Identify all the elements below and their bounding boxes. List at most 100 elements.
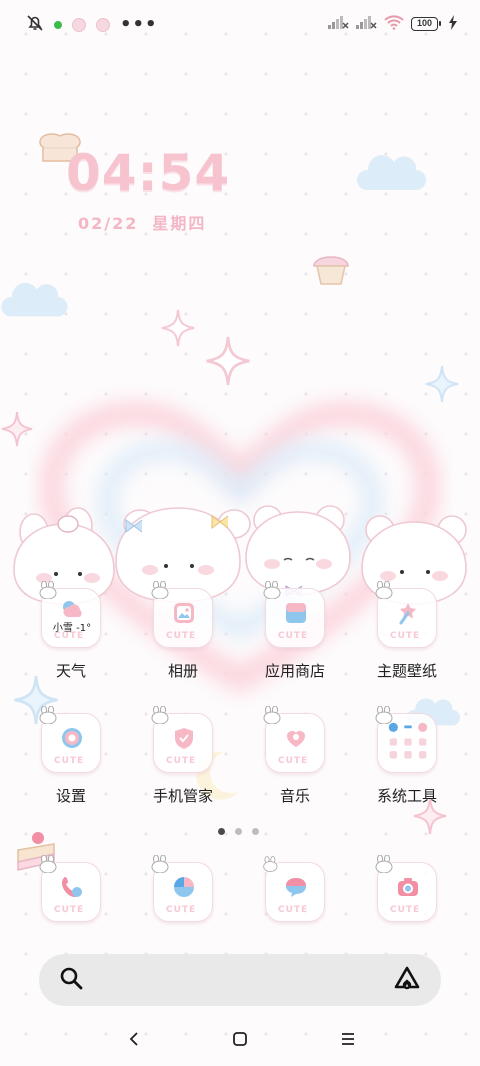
sparkle-icon (161, 309, 195, 347)
notification-dot-icon (54, 21, 62, 29)
app-label: 天气 (55, 662, 86, 680)
camera-app-tile[interactable]: CUTE (375, 855, 437, 922)
bunny-badge-icon (151, 855, 169, 873)
app-label: 设置 (55, 787, 86, 805)
bunny-badge-icon (39, 855, 57, 873)
system-tools-folder-icon (388, 722, 428, 759)
music-icon (287, 731, 305, 747)
app-label: 相册 (167, 662, 198, 680)
dock-browser[interactable]: CUTE (128, 855, 238, 962)
system-tools-folder-tile[interactable] (375, 706, 437, 773)
bunny-badge-icon (151, 581, 169, 599)
weekday-text: 星期四 (152, 214, 207, 233)
settings-icon (62, 728, 82, 748)
bunny-badge-icon (39, 706, 57, 724)
bunny-badge-icon (263, 706, 281, 724)
app-label: 手机管家 (152, 787, 213, 805)
app-label: 系统工具 (376, 787, 437, 805)
cloud-icon (356, 155, 426, 190)
app-store[interactable]: CUTE 应用商店 (240, 581, 350, 688)
signal-no-service-icon (327, 14, 349, 34)
dock-phone[interactable]: CUTE (16, 855, 126, 962)
app-themes[interactable]: CUTE 主题壁纸 (352, 581, 462, 688)
charging-icon (448, 14, 458, 34)
app-music[interactable]: CUTE 音乐 (240, 706, 350, 813)
messages-app-tile[interactable]: CUTE (263, 856, 325, 922)
cute-badge: CUTE (278, 631, 309, 641)
bunny-badge-icon (375, 855, 393, 873)
app-label: 音乐 (279, 787, 310, 805)
camera-icon (398, 878, 418, 896)
cute-badge: CUTE (390, 905, 421, 915)
home-button[interactable] (225, 1024, 255, 1054)
security-shield-icon (175, 728, 193, 749)
assistant-icon[interactable] (393, 965, 421, 995)
bunny-badge-icon (375, 581, 393, 599)
app-store-icon (286, 603, 306, 623)
search-input[interactable] (99, 964, 379, 996)
page-indicator[interactable] (218, 828, 259, 835)
clock-date[interactable]: 02/22 星期四 (78, 210, 206, 234)
back-icon (129, 1032, 138, 1046)
bunny-badge-icon (263, 856, 278, 872)
app-store-app-tile[interactable]: CUTE (263, 581, 325, 648)
phone-app-tile[interactable]: CUTE (39, 855, 101, 922)
bunny-badge-icon (39, 581, 57, 599)
security-app-tile[interactable]: CUTE (151, 706, 213, 773)
more-icon: ••• (120, 14, 158, 35)
app-notification-icon (72, 18, 86, 32)
recents-button[interactable] (333, 1024, 363, 1054)
navigation-bar (0, 1010, 480, 1066)
cute-badge: CUTE (278, 905, 309, 915)
cute-badge: CUTE (166, 631, 197, 641)
app-security[interactable]: CUTE 手机管家 (128, 706, 238, 813)
app-gallery[interactable]: CUTE 相册 (128, 581, 238, 688)
cute-badge: CUTE (278, 756, 309, 766)
app-label: 主题壁纸 (376, 662, 437, 680)
menu-icon (342, 1033, 354, 1045)
search-icon[interactable] (59, 966, 83, 994)
home-icon (233, 1032, 247, 1046)
cute-badge: CUTE (390, 631, 421, 641)
app-weather[interactable]: 小雪 -1° CUTE 天气 (16, 581, 126, 688)
settings-app-tile[interactable]: CUTE (39, 706, 101, 773)
weather-icon (63, 601, 82, 617)
page-dot[interactable] (252, 828, 259, 835)
themes-app-tile[interactable]: CUTE (375, 581, 437, 648)
app-settings[interactable]: CUTE 设置 (16, 706, 126, 813)
cupcake-sticker-icon (313, 256, 349, 285)
cute-badge: CUTE (54, 756, 85, 766)
app-notification-icon (96, 18, 110, 32)
browser-icon (174, 877, 194, 897)
page-dot-active[interactable] (218, 828, 225, 835)
battery-icon: 100 (411, 17, 441, 31)
date-text: 02/22 (78, 214, 139, 233)
gallery-app-tile[interactable]: CUTE (151, 581, 213, 648)
wifi-icon (383, 14, 405, 34)
bunny-badge-icon (151, 706, 169, 724)
bunny-badge-icon (263, 581, 281, 599)
cute-badge: CUTE (54, 631, 85, 641)
dock-camera[interactable]: CUTE (352, 855, 462, 962)
cute-badge: CUTE (166, 905, 197, 915)
phone-icon (62, 877, 82, 897)
app-folder-system-tools[interactable]: 系统工具 (352, 706, 462, 813)
cute-badge: CUTE (166, 756, 197, 766)
weather-app-tile[interactable]: 小雪 -1° CUTE (39, 581, 101, 648)
theme-brush-icon (399, 603, 416, 625)
status-bar: ••• 100 (0, 0, 480, 52)
messages-icon (286, 878, 306, 897)
dock-messages[interactable]: CUTE (240, 856, 350, 962)
browser-app-tile[interactable]: CUTE (151, 855, 213, 922)
page-dot[interactable] (235, 828, 242, 835)
clock-time[interactable]: 04:54 (66, 144, 230, 202)
gallery-icon (174, 603, 194, 623)
search-bar[interactable] (39, 954, 441, 1006)
cloud-icon (1, 282, 68, 317)
cute-badge: CUTE (54, 905, 85, 915)
back-button[interactable] (119, 1024, 149, 1054)
bell-muted-icon (26, 14, 44, 36)
music-app-tile[interactable]: CUTE (263, 706, 325, 773)
app-label: 应用商店 (264, 662, 325, 680)
signal-no-service-icon (355, 14, 377, 34)
